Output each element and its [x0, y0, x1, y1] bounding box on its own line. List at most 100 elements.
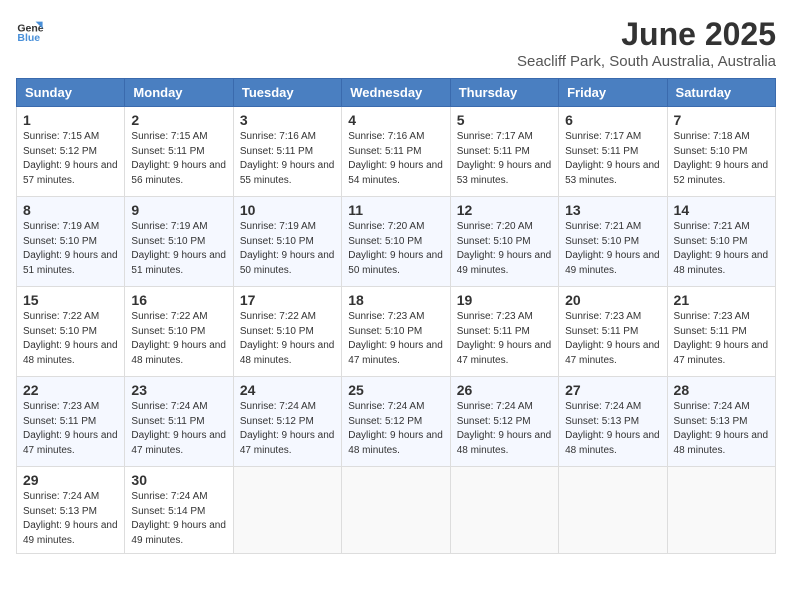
day-info: Sunrise: 7:23 AM Sunset: 5:11 PM Dayligh… — [674, 310, 769, 368]
day-info: Sunrise: 7:20 AM Sunset: 5:10 PM Dayligh… — [348, 220, 443, 278]
day-info: Sunrise: 7:21 AM Sunset: 5:10 PM Dayligh… — [565, 220, 660, 278]
calendar-cell: 5 Sunrise: 7:17 AM Sunset: 5:11 PM Dayli… — [450, 107, 558, 197]
day-number: 27 — [565, 382, 660, 398]
day-info: Sunrise: 7:24 AM Sunset: 5:11 PM Dayligh… — [131, 400, 226, 458]
day-info: Sunrise: 7:16 AM Sunset: 5:11 PM Dayligh… — [240, 130, 335, 188]
day-number: 11 — [348, 202, 443, 218]
day-info: Sunrise: 7:19 AM Sunset: 5:10 PM Dayligh… — [131, 220, 226, 278]
calendar-table: SundayMondayTuesdayWednesdayThursdayFrid… — [16, 78, 776, 554]
weekday-header: Tuesday — [233, 79, 341, 107]
logo-icon: General Blue — [16, 16, 44, 44]
day-number: 12 — [457, 202, 552, 218]
calendar-cell: 16 Sunrise: 7:22 AM Sunset: 5:10 PM Dayl… — [125, 287, 233, 377]
day-info: Sunrise: 7:24 AM Sunset: 5:13 PM Dayligh… — [23, 490, 118, 548]
day-number: 20 — [565, 292, 660, 308]
day-info: Sunrise: 7:16 AM Sunset: 5:11 PM Dayligh… — [348, 130, 443, 188]
calendar-cell — [667, 467, 775, 554]
weekday-header: Sunday — [17, 79, 125, 107]
day-number: 10 — [240, 202, 335, 218]
header: General Blue June 2025 Seacliff Park, So… — [16, 16, 776, 70]
day-info: Sunrise: 7:17 AM Sunset: 5:11 PM Dayligh… — [565, 130, 660, 188]
day-number: 26 — [457, 382, 552, 398]
day-number: 13 — [565, 202, 660, 218]
day-info: Sunrise: 7:24 AM Sunset: 5:13 PM Dayligh… — [674, 400, 769, 458]
day-number: 4 — [348, 112, 443, 128]
day-info: Sunrise: 7:17 AM Sunset: 5:11 PM Dayligh… — [457, 130, 552, 188]
weekday-header: Monday — [125, 79, 233, 107]
calendar-cell — [559, 467, 667, 554]
day-info: Sunrise: 7:15 AM Sunset: 5:11 PM Dayligh… — [131, 130, 226, 188]
day-info: Sunrise: 7:23 AM Sunset: 5:10 PM Dayligh… — [348, 310, 443, 368]
title-block: June 2025 Seacliff Park, South Australia… — [517, 16, 776, 70]
day-number: 24 — [240, 382, 335, 398]
calendar-week-row: 8 Sunrise: 7:19 AM Sunset: 5:10 PM Dayli… — [17, 197, 776, 287]
calendar-cell: 9 Sunrise: 7:19 AM Sunset: 5:10 PM Dayli… — [125, 197, 233, 287]
day-number: 19 — [457, 292, 552, 308]
day-number: 25 — [348, 382, 443, 398]
calendar-body: 1 Sunrise: 7:15 AM Sunset: 5:12 PM Dayli… — [17, 107, 776, 554]
calendar-cell: 6 Sunrise: 7:17 AM Sunset: 5:11 PM Dayli… — [559, 107, 667, 197]
day-info: Sunrise: 7:24 AM Sunset: 5:12 PM Dayligh… — [457, 400, 552, 458]
calendar-cell: 27 Sunrise: 7:24 AM Sunset: 5:13 PM Dayl… — [559, 377, 667, 467]
day-number: 22 — [23, 382, 118, 398]
calendar-cell: 2 Sunrise: 7:15 AM Sunset: 5:11 PM Dayli… — [125, 107, 233, 197]
calendar-week-row: 15 Sunrise: 7:22 AM Sunset: 5:10 PM Dayl… — [17, 287, 776, 377]
day-info: Sunrise: 7:24 AM Sunset: 5:12 PM Dayligh… — [240, 400, 335, 458]
calendar-cell: 11 Sunrise: 7:20 AM Sunset: 5:10 PM Dayl… — [342, 197, 450, 287]
day-info: Sunrise: 7:24 AM Sunset: 5:13 PM Dayligh… — [565, 400, 660, 458]
calendar-cell: 21 Sunrise: 7:23 AM Sunset: 5:11 PM Dayl… — [667, 287, 775, 377]
calendar-cell — [342, 467, 450, 554]
day-number: 21 — [674, 292, 769, 308]
day-number: 5 — [457, 112, 552, 128]
location-subtitle: Seacliff Park, South Australia, Australi… — [517, 53, 776, 70]
calendar-cell: 26 Sunrise: 7:24 AM Sunset: 5:12 PM Dayl… — [450, 377, 558, 467]
day-info: Sunrise: 7:23 AM Sunset: 5:11 PM Dayligh… — [457, 310, 552, 368]
day-info: Sunrise: 7:24 AM Sunset: 5:14 PM Dayligh… — [131, 490, 226, 548]
day-info: Sunrise: 7:23 AM Sunset: 5:11 PM Dayligh… — [565, 310, 660, 368]
day-number: 23 — [131, 382, 226, 398]
calendar-cell: 8 Sunrise: 7:19 AM Sunset: 5:10 PM Dayli… — [17, 197, 125, 287]
calendar-cell: 13 Sunrise: 7:21 AM Sunset: 5:10 PM Dayl… — [559, 197, 667, 287]
calendar-cell — [233, 467, 341, 554]
day-number: 28 — [674, 382, 769, 398]
day-number: 6 — [565, 112, 660, 128]
day-info: Sunrise: 7:22 AM Sunset: 5:10 PM Dayligh… — [23, 310, 118, 368]
day-number: 18 — [348, 292, 443, 308]
day-number: 7 — [674, 112, 769, 128]
weekday-header: Thursday — [450, 79, 558, 107]
weekday-header: Friday — [559, 79, 667, 107]
month-title: June 2025 — [517, 16, 776, 53]
day-info: Sunrise: 7:22 AM Sunset: 5:10 PM Dayligh… — [131, 310, 226, 368]
day-number: 14 — [674, 202, 769, 218]
calendar-cell: 14 Sunrise: 7:21 AM Sunset: 5:10 PM Dayl… — [667, 197, 775, 287]
day-number: 15 — [23, 292, 118, 308]
svg-text:Blue: Blue — [17, 32, 40, 44]
day-info: Sunrise: 7:18 AM Sunset: 5:10 PM Dayligh… — [674, 130, 769, 188]
calendar-cell: 15 Sunrise: 7:22 AM Sunset: 5:10 PM Dayl… — [17, 287, 125, 377]
calendar-cell: 12 Sunrise: 7:20 AM Sunset: 5:10 PM Dayl… — [450, 197, 558, 287]
day-number: 17 — [240, 292, 335, 308]
calendar-cell: 10 Sunrise: 7:19 AM Sunset: 5:10 PM Dayl… — [233, 197, 341, 287]
calendar-cell: 25 Sunrise: 7:24 AM Sunset: 5:12 PM Dayl… — [342, 377, 450, 467]
calendar-week-row: 29 Sunrise: 7:24 AM Sunset: 5:13 PM Dayl… — [17, 467, 776, 554]
calendar-cell: 1 Sunrise: 7:15 AM Sunset: 5:12 PM Dayli… — [17, 107, 125, 197]
calendar-cell: 4 Sunrise: 7:16 AM Sunset: 5:11 PM Dayli… — [342, 107, 450, 197]
calendar-cell: 17 Sunrise: 7:22 AM Sunset: 5:10 PM Dayl… — [233, 287, 341, 377]
calendar-cell: 24 Sunrise: 7:24 AM Sunset: 5:12 PM Dayl… — [233, 377, 341, 467]
day-number: 16 — [131, 292, 226, 308]
calendar-week-row: 22 Sunrise: 7:23 AM Sunset: 5:11 PM Dayl… — [17, 377, 776, 467]
calendar-cell: 7 Sunrise: 7:18 AM Sunset: 5:10 PM Dayli… — [667, 107, 775, 197]
day-info: Sunrise: 7:19 AM Sunset: 5:10 PM Dayligh… — [240, 220, 335, 278]
weekday-header: Saturday — [667, 79, 775, 107]
calendar-header-row: SundayMondayTuesdayWednesdayThursdayFrid… — [17, 79, 776, 107]
day-info: Sunrise: 7:23 AM Sunset: 5:11 PM Dayligh… — [23, 400, 118, 458]
calendar-cell: 3 Sunrise: 7:16 AM Sunset: 5:11 PM Dayli… — [233, 107, 341, 197]
calendar-cell: 30 Sunrise: 7:24 AM Sunset: 5:14 PM Dayl… — [125, 467, 233, 554]
calendar-cell: 29 Sunrise: 7:24 AM Sunset: 5:13 PM Dayl… — [17, 467, 125, 554]
day-number: 8 — [23, 202, 118, 218]
day-number: 1 — [23, 112, 118, 128]
calendar-cell: 19 Sunrise: 7:23 AM Sunset: 5:11 PM Dayl… — [450, 287, 558, 377]
weekday-header: Wednesday — [342, 79, 450, 107]
calendar-cell: 20 Sunrise: 7:23 AM Sunset: 5:11 PM Dayl… — [559, 287, 667, 377]
calendar-cell: 23 Sunrise: 7:24 AM Sunset: 5:11 PM Dayl… — [125, 377, 233, 467]
